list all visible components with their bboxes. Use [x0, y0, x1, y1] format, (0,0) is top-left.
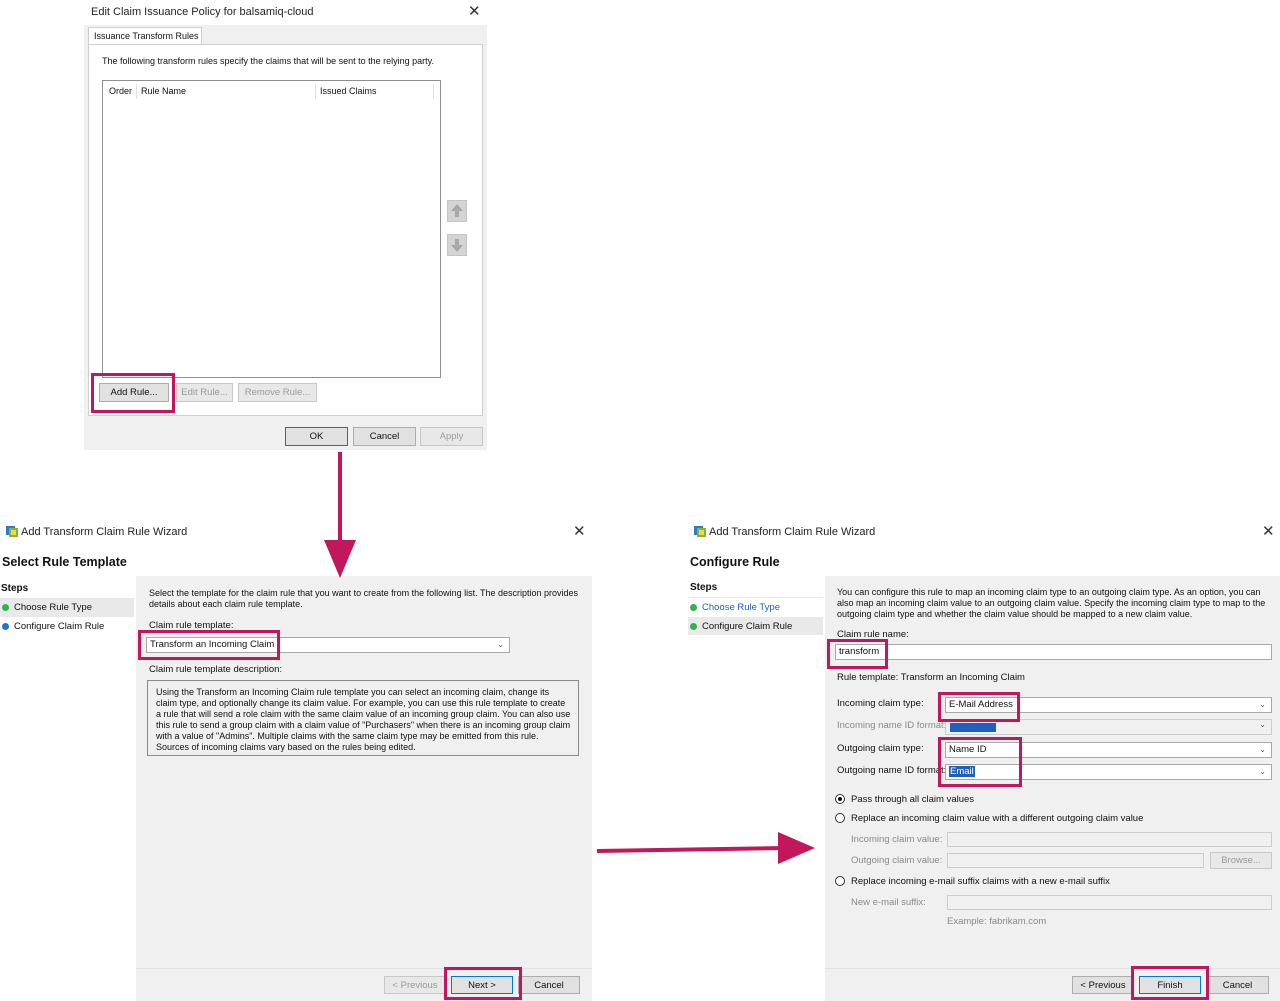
- close-icon[interactable]: ✕: [573, 524, 586, 539]
- move-up-icon: [451, 204, 463, 217]
- incoming-type-select[interactable]: E-Mail Address ⌄: [945, 697, 1272, 713]
- select-rule-template-wizard: Add Transform Claim Rule Wizard ✕ Select…: [0, 518, 592, 1001]
- radio-replace-suffix-label[interactable]: Replace incoming e-mail suffix claims wi…: [851, 876, 1110, 887]
- tab-issuance-transform-rules[interactable]: Issuance Transform Rules: [88, 27, 202, 45]
- incoming-nameid-select[interactable]: ⌄: [945, 719, 1272, 735]
- cancel-button[interactable]: Cancel: [518, 976, 580, 994]
- page-heading: Configure Rule: [690, 555, 780, 569]
- template-description: Using the Transform an Incoming Claim ru…: [147, 680, 579, 756]
- step-done-icon: [2, 603, 9, 611]
- dropdown-arrow-icon: ⌄: [1259, 745, 1266, 754]
- column-header-order[interactable]: Order: [109, 86, 132, 96]
- next-button[interactable]: Next >: [451, 976, 513, 994]
- cancel-button[interactable]: Cancel: [353, 427, 416, 446]
- dropdown-arrow-icon: ⌄: [497, 640, 504, 649]
- selection-bar: [950, 723, 996, 732]
- column-header-rule-name[interactable]: Rule Name: [141, 86, 186, 96]
- rule-name-input[interactable]: transform: [835, 644, 1272, 660]
- add-rule-button[interactable]: Add Rule...: [99, 383, 169, 402]
- move-down-icon: [451, 239, 463, 252]
- move-up-button[interactable]: [447, 200, 467, 222]
- tab-label: Issuance Transform Rules: [94, 31, 199, 41]
- remove-rule-button[interactable]: Remove Rule...: [238, 383, 317, 402]
- steps-label: Steps: [690, 582, 718, 593]
- step-choose-rule-type[interactable]: Choose Rule Type: [2, 602, 92, 613]
- step-done-icon: [690, 603, 697, 611]
- dialog-title: Edit Claim Issuance Policy for balsamiq-…: [91, 6, 314, 18]
- rule-template-text: Rule template: Transform an Incoming Cla…: [837, 672, 1025, 683]
- wizard-title: Add Transform Claim Rule Wizard: [21, 526, 188, 538]
- step-configure-claim-rule[interactable]: Configure Claim Rule: [690, 621, 792, 632]
- close-icon[interactable]: ✕: [468, 4, 481, 19]
- radio-pass-through-label[interactable]: Pass through all claim values: [851, 794, 974, 805]
- radio-replace-value-label[interactable]: Replace an incoming claim value with a d…: [851, 813, 1143, 824]
- incoming-nameid-label: Incoming name ID format:: [837, 720, 947, 731]
- template-select[interactable]: Transform an Incoming Claim ⌄: [146, 637, 510, 653]
- rules-list[interactable]: Order Rule Name Issued Claims: [102, 80, 441, 378]
- suffix-label: New e-mail suffix:: [851, 897, 926, 908]
- wizard-icon: [694, 526, 706, 537]
- content-panel: Select the template for the claim rule t…: [136, 576, 592, 1001]
- previous-button[interactable]: < Previous: [1072, 976, 1134, 994]
- suffix-example: Example: fabrikam.com: [947, 916, 1047, 927]
- page-heading: Select Rule Template: [2, 555, 127, 569]
- rule-name-label: Claim rule name:: [837, 629, 909, 640]
- previous-button[interactable]: < Previous: [384, 976, 446, 994]
- wizard-title: Add Transform Claim Rule Wizard: [709, 526, 876, 538]
- move-down-button[interactable]: [447, 234, 467, 256]
- step-configure-claim-rule[interactable]: Configure Claim Rule: [2, 621, 104, 632]
- outgoing-value-label: Outgoing claim value:: [851, 855, 943, 866]
- content-panel: You can configure this rule to map an in…: [825, 576, 1280, 1001]
- edit-claim-policy-dialog: Edit Claim Issuance Policy for balsamiq-…: [84, 0, 487, 450]
- browse-button[interactable]: Browse...: [1210, 852, 1272, 869]
- close-icon[interactable]: ✕: [1262, 524, 1275, 539]
- configure-rule-wizard: Add Transform Claim Rule Wizard ✕ Config…: [688, 518, 1280, 1001]
- radio-replace-value[interactable]: [835, 813, 845, 823]
- suffix-input[interactable]: [947, 895, 1272, 910]
- dropdown-arrow-icon: ⌄: [1259, 700, 1266, 709]
- ok-button[interactable]: OK: [285, 427, 348, 446]
- outgoing-nameid-select[interactable]: Email ⌄: [945, 764, 1272, 780]
- outgoing-type-select[interactable]: Name ID ⌄: [945, 742, 1272, 758]
- description-text: Using the Transform an Incoming Claim ru…: [156, 687, 571, 752]
- apply-button[interactable]: Apply: [420, 427, 483, 446]
- outgoing-nameid-label: Outgoing name ID format:: [837, 765, 947, 776]
- incoming-value-input[interactable]: [947, 832, 1272, 847]
- incoming-value-label: Incoming claim value:: [851, 834, 943, 845]
- edit-rule-button[interactable]: Edit Rule...: [176, 383, 233, 402]
- step-pending-icon: [2, 622, 9, 630]
- outgoing-type-label: Outgoing claim type:: [837, 743, 924, 754]
- step-current-icon: [690, 622, 697, 630]
- dropdown-arrow-icon: ⌄: [1259, 720, 1266, 729]
- desc-label: Claim rule template description:: [149, 664, 283, 675]
- steps-label: Steps: [1, 583, 29, 594]
- intro-text: You can configure this rule to map an in…: [837, 587, 1266, 619]
- steps-panel: Steps Choose Rule Type Configure Claim R…: [0, 576, 136, 1000]
- template-label: Claim rule template:: [149, 620, 234, 631]
- intro-text: Select the template for the claim rule t…: [149, 588, 579, 609]
- steps-panel: Steps Choose Rule Type Configure Claim R…: [688, 576, 825, 1000]
- incoming-type-label: Incoming claim type:: [837, 698, 924, 709]
- column-header-issued-claims[interactable]: Issued Claims: [320, 86, 377, 96]
- radio-replace-suffix[interactable]: [835, 876, 845, 886]
- finish-button[interactable]: Finish: [1139, 976, 1201, 994]
- step-choose-rule-type[interactable]: Choose Rule Type: [690, 602, 780, 613]
- intro-text: The following transform rules specify th…: [102, 56, 434, 66]
- cancel-button[interactable]: Cancel: [1206, 976, 1269, 994]
- outgoing-value-input[interactable]: [947, 853, 1204, 868]
- wizard-icon: [6, 526, 18, 537]
- radio-pass-through[interactable]: [835, 794, 845, 804]
- dropdown-arrow-icon: ⌄: [1259, 767, 1266, 776]
